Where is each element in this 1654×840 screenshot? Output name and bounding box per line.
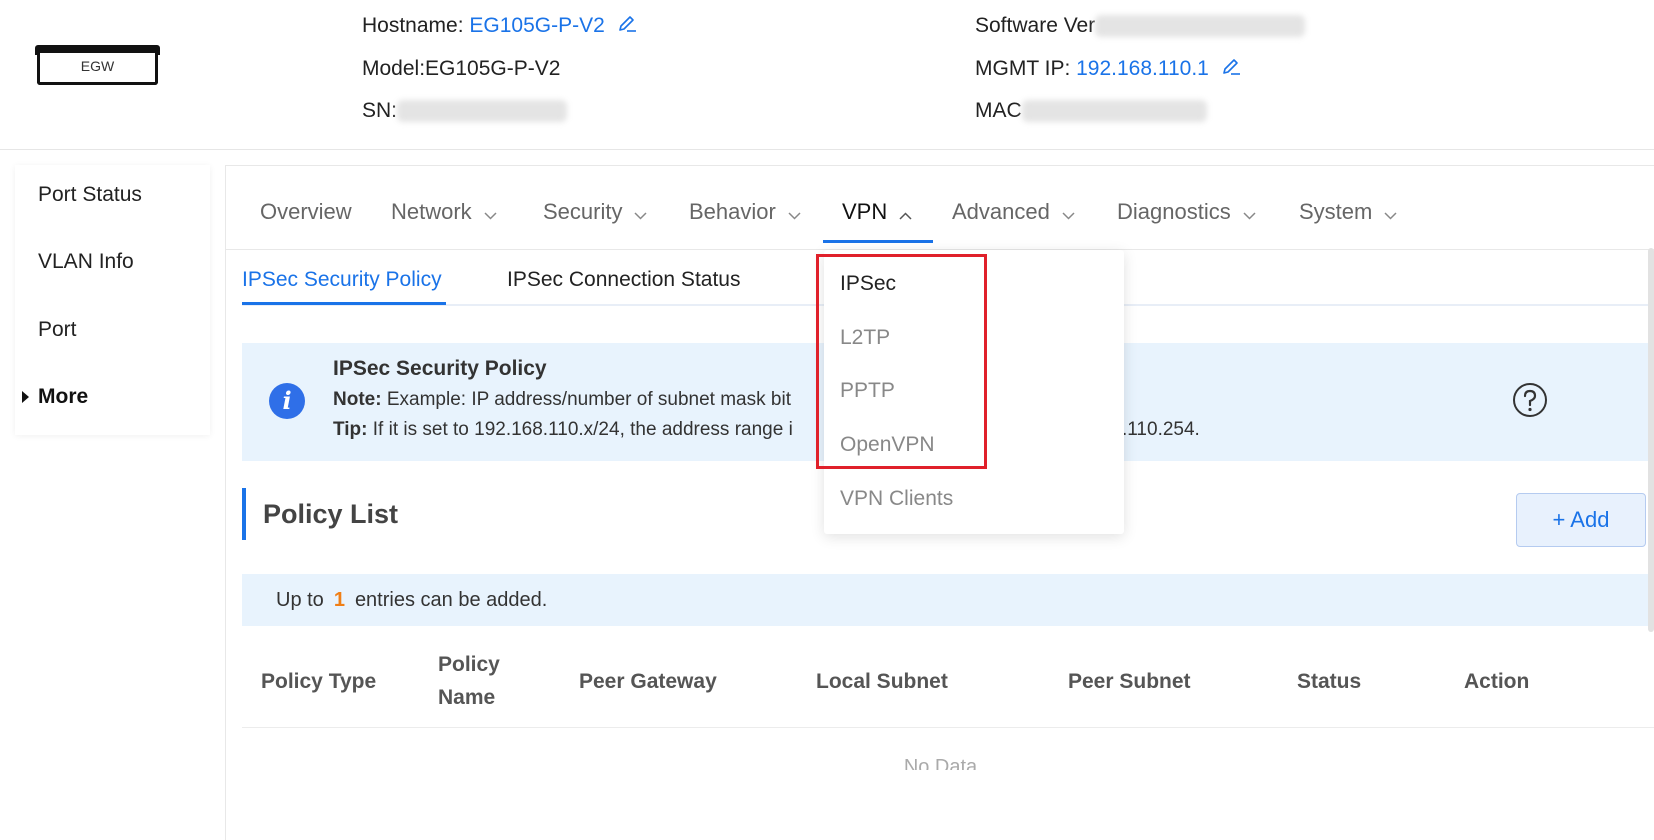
tab-network-label: Network	[391, 199, 472, 224]
subtab-active-underline	[242, 302, 446, 305]
notice-note-text: Example: IP address/number of subnet mas…	[386, 389, 791, 410]
notice-tip-label: Tip:	[333, 419, 368, 440]
tab-system[interactable]: System	[1299, 199, 1397, 226]
notice-note-label: Note:	[333, 389, 382, 410]
tab-system-label: System	[1299, 199, 1373, 224]
tab-security[interactable]: Security	[543, 199, 648, 226]
sn-row: SN:	[362, 97, 568, 125]
notice-tip-text-start: If it is set to 192.168.110.x/24, the ad…	[372, 419, 793, 440]
device-header: EGW Hostname: EG105G-P-V2 Model:EG105G-P…	[0, 0, 1654, 150]
software-row: Software Ver	[975, 12, 1306, 40]
chevron-down-icon	[484, 200, 497, 226]
mac-label: MAC	[975, 99, 1022, 122]
notice-title: IPSec Security Policy	[333, 357, 547, 380]
column-policy-name-line2: Name	[438, 686, 496, 709]
mgmt-ip-label: MGMT IP:	[975, 57, 1071, 80]
tab-overview[interactable]: Overview	[260, 199, 352, 225]
policy-table-header: Policy Type Policy Name Peer Gateway Loc…	[242, 636, 1654, 728]
tab-network[interactable]: Network	[391, 199, 497, 226]
red-highlight-box	[816, 254, 987, 469]
column-policy-type[interactable]: Policy Type	[261, 665, 376, 698]
table-empty-text: No Data	[903, 756, 978, 770]
tab-advanced[interactable]: Advanced	[952, 199, 1075, 226]
tab-diagnostics-label: Diagnostics	[1117, 199, 1231, 224]
notice-tip: Tip: If it is set to 192.168.110.x/24, t…	[333, 419, 793, 441]
column-peer-gateway[interactable]: Peer Gateway	[579, 665, 717, 698]
tab-security-label: Security	[543, 199, 623, 224]
tab-vpn-label: VPN	[842, 199, 888, 224]
mgmt-ip-row: MGMT IP: 192.168.110.1	[975, 55, 1241, 83]
add-policy-button[interactable]: + Add	[1516, 493, 1646, 547]
column-action[interactable]: Action	[1464, 665, 1529, 698]
tab-behavior[interactable]: Behavior	[689, 199, 801, 226]
chevron-down-icon	[1384, 200, 1397, 226]
caret-right-icon	[22, 391, 29, 403]
device-label: EGW	[80, 58, 115, 74]
column-local-subnet[interactable]: Local Subnet	[816, 665, 948, 698]
device-icon: EGW	[35, 45, 160, 87]
sidebar: Port Status VLAN Info Port More	[15, 165, 210, 435]
chevron-up-icon	[899, 200, 912, 226]
chevron-down-icon	[788, 200, 801, 226]
chevron-down-icon	[1062, 200, 1075, 226]
sn-value-redacted	[397, 100, 568, 123]
sidebar-item-port[interactable]: Port	[38, 318, 77, 342]
model-row: Model:EG105G-P-V2	[362, 55, 560, 83]
entry-limit-bar: Up to 1 entries can be added.	[242, 574, 1654, 626]
column-status[interactable]: Status	[1297, 665, 1361, 698]
model-value: EG105G-P-V2	[425, 57, 561, 80]
software-label: Software Ver	[975, 14, 1096, 37]
sidebar-item-more-label: More	[38, 385, 89, 408]
mac-row: MAC	[975, 97, 1207, 125]
tab-behavior-label: Behavior	[689, 199, 776, 224]
hostname-value[interactable]: EG105G-P-V2	[469, 14, 604, 37]
column-peer-subnet[interactable]: Peer Subnet	[1068, 665, 1191, 698]
column-policy-name-line1: Policy	[438, 653, 500, 676]
mac-value-redacted	[1021, 100, 1207, 123]
model-label: Model:	[362, 57, 426, 80]
sn-label: SN:	[362, 99, 398, 122]
sidebar-item-vlan-info[interactable]: VLAN Info	[38, 250, 134, 274]
tab-vpn[interactable]: VPN	[842, 199, 912, 226]
hostname-label: Hostname:	[362, 14, 464, 37]
limit-suffix: entries can be added.	[354, 589, 548, 611]
notice-note: Note: Example: IP address/number of subn…	[333, 389, 791, 411]
edit-mgmt-ip-icon[interactable]	[1221, 55, 1241, 83]
subtab-ipsec-security-policy[interactable]: IPSec Security Policy	[242, 268, 442, 292]
info-icon: i	[269, 383, 305, 419]
notice-tip-text-end: .110.254.	[1122, 419, 1200, 440]
tab-diagnostics[interactable]: Diagnostics	[1117, 199, 1256, 226]
sidebar-item-port-status[interactable]: Port Status	[38, 183, 142, 207]
top-nav: Overview Network Security Behavior VPN A…	[226, 166, 1654, 250]
chevron-down-icon	[634, 200, 648, 226]
policy-list-title: Policy List	[242, 488, 398, 540]
subtab-ipsec-connection-status[interactable]: IPSec Connection Status	[507, 268, 740, 292]
help-icon[interactable]	[1512, 382, 1548, 418]
sidebar-item-more[interactable]: More	[22, 385, 89, 409]
mgmt-ip-value[interactable]: 192.168.110.1	[1076, 57, 1209, 80]
tab-overview-label: Overview	[260, 199, 352, 224]
edit-hostname-icon[interactable]	[617, 12, 637, 40]
limit-count: 1	[333, 589, 345, 611]
limit-prefix: Up to	[276, 589, 324, 611]
tab-vpn-underline	[823, 240, 933, 243]
column-policy-name[interactable]: Policy Name	[438, 648, 500, 714]
scrollbar[interactable]	[1648, 248, 1654, 632]
tab-advanced-label: Advanced	[952, 199, 1050, 224]
menu-item-vpn-clients[interactable]: VPN Clients	[840, 487, 953, 511]
software-value-redacted	[1095, 15, 1306, 38]
chevron-down-icon	[1243, 200, 1256, 226]
hostname-row: Hostname: EG105G-P-V2	[362, 12, 637, 40]
